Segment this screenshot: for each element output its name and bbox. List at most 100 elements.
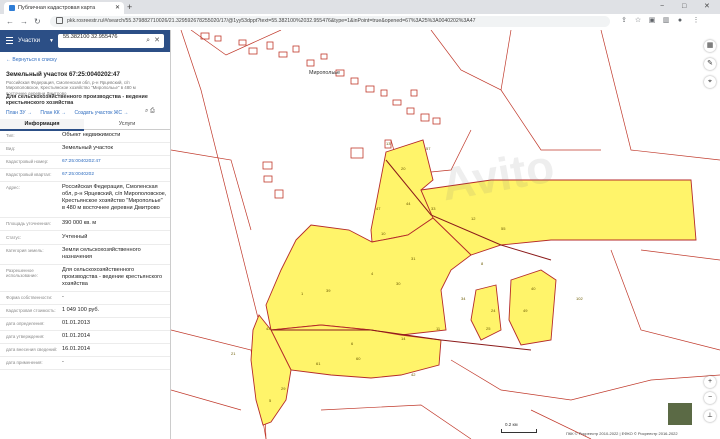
info-label: Вид: (6, 146, 16, 151)
info-row-status: Статус: Учтенный (0, 233, 170, 245)
parcel-number: 21 (231, 351, 236, 356)
search-type-select[interactable]: Участки ▼ (18, 34, 54, 48)
building-outline (432, 117, 441, 125)
info-label: Площадь уточненная: (6, 221, 51, 226)
edit-icon[interactable]: ✎ (704, 58, 716, 70)
plan-zu-link[interactable]: План ЗУ → (6, 110, 32, 116)
search-icon[interactable]: ⌕ (146, 34, 150, 48)
building-outline (263, 175, 273, 183)
info-panel: Участки ▼ 55.382100 32.955476 ⌕ ✕ ← Верн… (0, 30, 171, 439)
maximize-icon[interactable]: □ (682, 0, 686, 13)
clear-search-icon[interactable]: ✕ (154, 34, 160, 48)
building-outline (380, 89, 388, 97)
tab-information[interactable]: Информация (0, 119, 84, 131)
forward-icon[interactable]: → (20, 17, 28, 27)
url-field[interactable]: pkk.rosreestr.ru/#/search/55.37988271002… (50, 16, 610, 27)
panel-tabs: Информация Услуги (0, 119, 170, 131)
browser-tab[interactable]: Публичная кадастровая карта ✕ (4, 2, 124, 14)
back-icon[interactable]: ← (6, 17, 14, 27)
scale-label: 0.2 км (505, 422, 518, 427)
tab-close-icon[interactable]: ✕ (115, 2, 120, 14)
parcel-number: 29 (281, 386, 286, 391)
info-row-permitted-use: Разрешенное использование: Для сельскохо… (0, 266, 170, 292)
parcel-middle-field (265, 217, 472, 336)
new-tab-button[interactable]: + (127, 1, 132, 13)
info-value: 01.01.2013 (62, 320, 90, 326)
info-row-type: Тип: Объект недвижимости (0, 131, 170, 143)
layers-icon[interactable]: ▦ (704, 40, 716, 52)
info-row-date-applied: дата применения: - (0, 358, 170, 370)
parcel-number: 13 (386, 141, 391, 146)
building-outline (406, 107, 415, 115)
zoom-in-button[interactable]: + (704, 376, 716, 388)
zoom-out-button[interactable]: − (704, 392, 716, 404)
parcel-right-patch (508, 269, 557, 346)
info-label: дата определения: (6, 321, 45, 326)
map-canvas[interactable]: 204447 3310314128553040492411114660436152… (171, 30, 720, 439)
back-to-list-link[interactable]: ← Вернуться к списку (6, 57, 57, 63)
building-outline (278, 51, 288, 58)
info-value: Земельный участок (62, 145, 113, 151)
zoom-to-icon[interactable]: ⌕ (145, 108, 148, 114)
info-value: 390 000 кв. м (62, 220, 97, 226)
building-outline (292, 45, 300, 53)
window-close-icon[interactable]: ✕ (704, 0, 710, 13)
cadastral-number-link[interactable]: 67:25:0040202:47 (62, 158, 167, 165)
info-value: Объект недвижимости (62, 132, 121, 138)
info-label: Разрешенное использование: (6, 268, 38, 279)
cadastral-quarter-link[interactable]: 67:25:0040202 (62, 171, 167, 178)
building-outline (262, 161, 273, 170)
share-icon[interactable]: ⇪ (620, 17, 628, 25)
search-input-value: 55.382100 32.955476 (63, 34, 118, 40)
search-input[interactable]: 55.382100 32.955476 ⌕ ✕ (58, 34, 164, 48)
building-outline (306, 59, 315, 67)
create-parcel-link[interactable]: Создать участок ЖС → (74, 110, 128, 116)
info-label: дата применения: (6, 360, 43, 365)
plan-kk-link[interactable]: План КК → (40, 110, 66, 116)
panel-tool-icons: ⌕ ⎙ (145, 108, 155, 115)
minimize-icon[interactable]: − (660, 0, 664, 13)
browser-tab-bar: Публичная кадастровая карта ✕ + − □ ✕ (0, 0, 720, 14)
boundary-line (600, 30, 720, 161)
measure-icon[interactable]: ⟂ (704, 410, 716, 422)
info-label: дата внесения сведений: (6, 347, 58, 352)
info-row-category: Категория земель: Земли сельскохозяйстве… (0, 246, 170, 265)
info-row-cadastral-value: Кадастровая стоимость: 1 049 100 руб. (0, 306, 170, 318)
lock-icon (56, 17, 63, 25)
extensions-icon[interactable]: ▣ (648, 17, 656, 25)
location-icon[interactable]: ⌖ (704, 76, 716, 88)
reload-icon[interactable]: ↻ (34, 17, 41, 27)
tab-services[interactable]: Услуги (84, 119, 170, 129)
star-icon[interactable]: ☆ (634, 17, 642, 25)
parcel-number: 10 (381, 231, 386, 236)
boundary-line (430, 30, 512, 91)
building-outline (248, 47, 258, 55)
parcel-number: 24 (491, 308, 496, 313)
parcel-number: 55 (501, 226, 506, 231)
cadastral-map[interactable]: 20 44 47 33 10 31 4 12 8 55 30 40 49 24 1 11 14 6 60 43 61 5 2… (171, 30, 720, 439)
print-icon[interactable]: ⎙ (150, 108, 155, 114)
parcel-number: 47 (376, 206, 381, 211)
menu-icon[interactable]: ⋮ (692, 17, 700, 25)
sidebar-icon[interactable]: ▥ (662, 17, 670, 25)
boundary-line (450, 359, 720, 401)
boundary-line (320, 404, 472, 439)
info-label: Категория земель: (6, 248, 44, 253)
boundary-line (500, 89, 601, 151)
parcel-number: 20 (401, 166, 406, 171)
info-value: 16.01.2014 (62, 346, 90, 352)
info-value: 1 049 100 руб. (62, 307, 100, 313)
info-row-cadastral-number: Кадастровый номер: 67:25:0040202:47 (0, 157, 170, 169)
building-outline (214, 35, 222, 42)
hamburger-menu-icon[interactable] (6, 37, 13, 45)
parcel-purpose: Для сельскохозяйственного производства -… (6, 94, 148, 107)
parcel-number: 31 (411, 256, 416, 261)
info-row-ownership: Форма собственности: - (0, 293, 170, 305)
parcel-number: 43 (266, 326, 271, 331)
info-value: - (62, 359, 64, 365)
info-value: Земли сельскохозяйственного назначения (62, 247, 141, 260)
info-row-area: Площадь уточненная: 390 000 кв. м (0, 219, 170, 231)
basemap-thumbnail[interactable] (667, 402, 693, 426)
profile-icon[interactable]: ● (676, 17, 684, 25)
map-copyright: ПКК © Росреестр 2010-2022 | ЕФКО © Росре… (566, 431, 678, 436)
